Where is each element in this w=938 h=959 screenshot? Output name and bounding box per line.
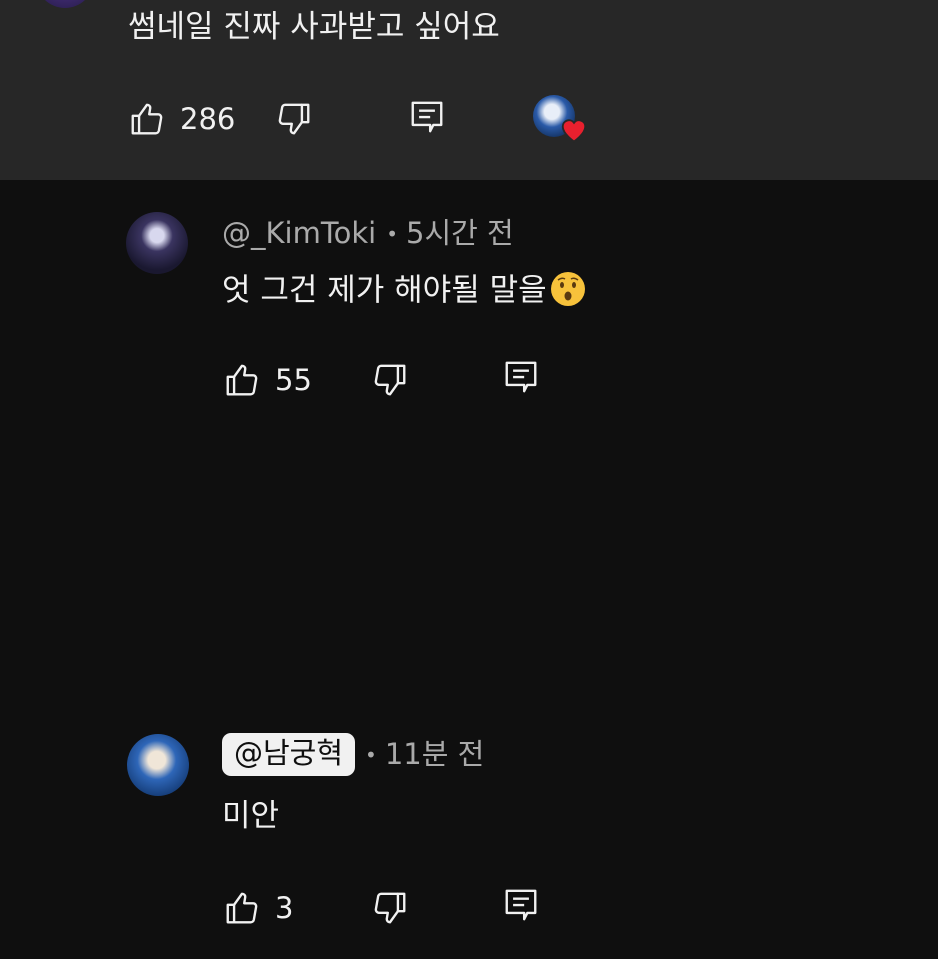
reply-icon xyxy=(408,98,446,136)
reply-2-like-button[interactable]: 3 xyxy=(223,889,293,927)
creator-heart xyxy=(533,95,587,143)
reply-1-like-count: 55 xyxy=(275,362,312,397)
like-count: 286 xyxy=(180,101,236,136)
reply-icon xyxy=(502,358,540,396)
reply-2-text: 미안 xyxy=(222,798,280,834)
commenter-avatar[interactable] xyxy=(36,0,94,8)
separator-dot: • xyxy=(386,221,399,246)
reply-1-avatar[interactable] xyxy=(126,212,188,274)
reply-2-dislike-button[interactable] xyxy=(371,889,409,927)
like-icon xyxy=(223,361,261,399)
creator-heart-icon xyxy=(559,115,589,143)
reply-1-meta: @_KimToki • 5시간 전 xyxy=(222,219,514,248)
like-button[interactable]: 286 xyxy=(128,100,235,138)
reply-2-time: 11분 전 xyxy=(384,737,485,771)
dislike-button[interactable] xyxy=(275,100,313,138)
reply-2-avatar[interactable] xyxy=(127,734,189,796)
reply-1-dislike-button[interactable] xyxy=(371,361,409,399)
reply-1-text: 엇 그건 제가 해야될 말을 xyxy=(222,272,547,309)
reply-1-like-button[interactable]: 55 xyxy=(223,361,312,399)
highlighted-comment: 썸네일 진짜 사과받고 싶어요 286 xyxy=(0,0,938,180)
dislike-icon xyxy=(371,361,409,399)
reply-1-reply-button[interactable] xyxy=(502,358,540,396)
dislike-icon xyxy=(275,100,313,138)
reply-button[interactable] xyxy=(408,98,446,136)
like-icon xyxy=(223,889,261,927)
separator-dot: • xyxy=(365,742,377,767)
reply-2-meta: @남궁혁 • 11분 전 xyxy=(222,733,484,776)
reply-2-reply-button[interactable] xyxy=(502,886,540,924)
reply-1-text-row: 엇 그건 제가 해야될 말을 xyxy=(222,270,587,311)
reply-1-handle[interactable]: @_KimToki xyxy=(222,219,376,248)
reply-2-like-count: 3 xyxy=(275,890,294,925)
comment-text: 썸네일 진짜 사과받고 싶어요 xyxy=(128,9,500,45)
reply-1-time: 5시간 전 xyxy=(406,216,514,250)
reply-2-handle-chip[interactable]: @남궁혁 xyxy=(222,733,356,776)
reply-icon xyxy=(502,886,540,924)
dislike-icon xyxy=(371,889,409,927)
like-icon xyxy=(128,100,166,138)
hushed-face-emoji xyxy=(549,270,587,308)
